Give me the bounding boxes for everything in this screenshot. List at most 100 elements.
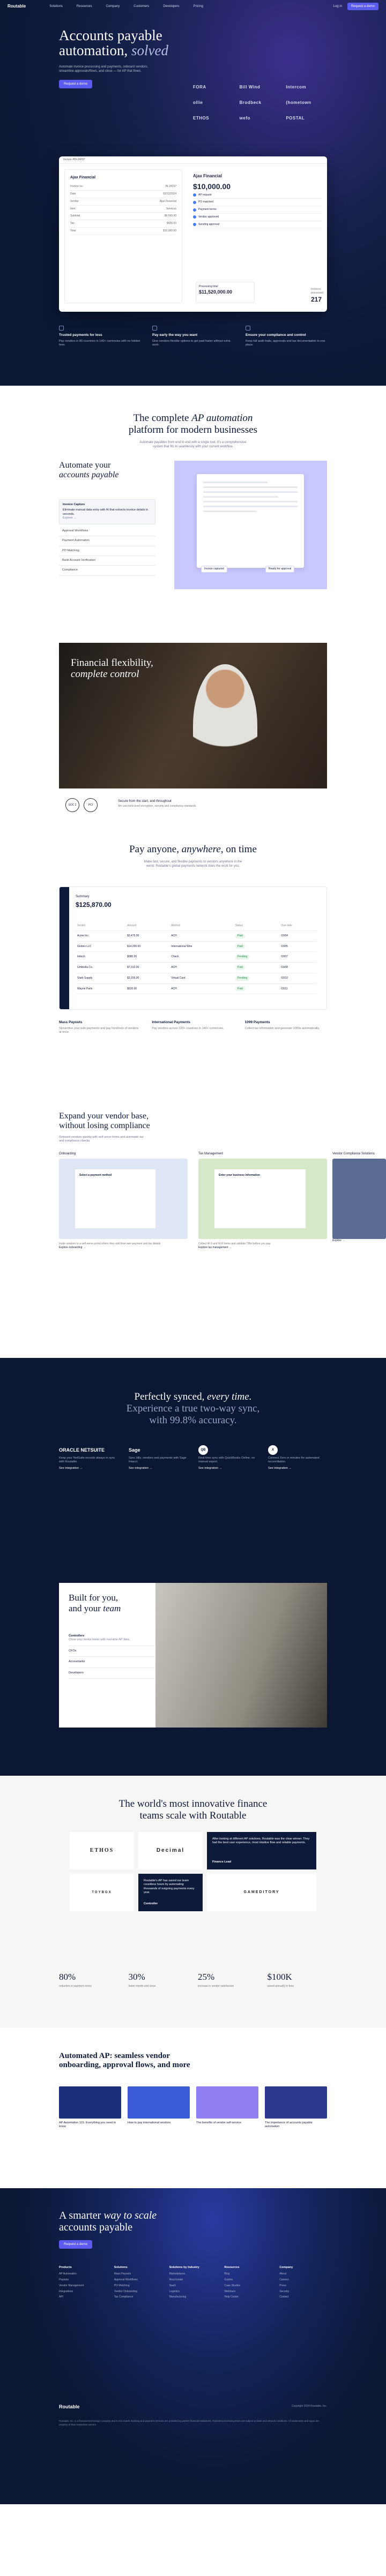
explore-link[interactable]: Explore → xyxy=(63,516,77,520)
footer-link[interactable]: Real Estate xyxy=(169,2278,217,2282)
logo[interactable]: Routable xyxy=(8,4,26,10)
blog-card[interactable]: How to pay international vendors xyxy=(128,2086,190,2129)
invoice-row: Vendor Ajax Financial xyxy=(70,198,176,206)
login-link[interactable]: Log in xyxy=(333,4,342,9)
stat: 25% increase in vendor satisfaction xyxy=(198,1971,258,1988)
accordion-item[interactable]: Approval Workflows xyxy=(59,527,155,537)
demo-button[interactable]: Request a demo xyxy=(347,2,378,11)
blog-card[interactable]: The importance of accounts payable autom… xyxy=(265,2086,327,2129)
blog-card[interactable]: AP Automation 101: Everything you need t… xyxy=(59,2086,121,2129)
explore-link[interactable]: Explore onboarding → xyxy=(59,1246,188,1250)
footer-link[interactable]: Blog xyxy=(224,2272,272,2276)
nav-link[interactable]: Pricing xyxy=(194,4,203,9)
platform-section: The complete AP automation platform for m… xyxy=(0,386,386,643)
footer-logo[interactable]: Routable xyxy=(59,2404,80,2410)
explore-link[interactable]: Explore → xyxy=(332,1239,386,1243)
footer-link[interactable]: Press xyxy=(279,2284,327,2288)
table-row[interactable]: Wayne Parts $620.00 ACH Paid 03/11 xyxy=(76,983,317,995)
customer-logo: FORA xyxy=(193,85,206,89)
summary-label: Summary xyxy=(76,895,90,898)
feature-text: Keep full audit trails, approvals and ta… xyxy=(246,339,325,347)
nav-link[interactable]: Solutions xyxy=(49,4,63,9)
integration-link[interactable]: See integration → xyxy=(59,1467,118,1470)
accordion-title: Invoice Capture xyxy=(63,503,85,506)
footer-link[interactable]: Security xyxy=(279,2290,327,2294)
footer-link[interactable]: Careers xyxy=(279,2278,327,2282)
integration[interactable]: Sage Sync bills, vendors and payments wit… xyxy=(129,1444,188,1470)
footer-link[interactable]: Manufacturing xyxy=(169,2295,217,2299)
integrations: ORACLE NETSUITE Keep your NetSuite record… xyxy=(59,1444,327,1470)
integration[interactable]: QB Real-time sync with QuickBooks Online,… xyxy=(198,1444,257,1470)
table-row[interactable]: Umbrella Co. $7,310.00 ACH Paid 03/08 xyxy=(76,962,317,973)
table-row[interactable]: Globex LLC $14,200.00 International Wire Pa… xyxy=(76,941,317,952)
blog-title: How to pay international vendors xyxy=(128,2121,171,2124)
footer-link[interactable]: Case Studies xyxy=(224,2284,272,2288)
column-header: Amount xyxy=(125,921,170,931)
footer-link[interactable]: Vendor Management xyxy=(59,2284,107,2288)
footer-link[interactable]: Logistics xyxy=(169,2290,217,2294)
table-row[interactable]: Acme Inc. $2,475.00 ACH Paid 03/04 xyxy=(76,930,317,942)
role-tab[interactable]: CFOs xyxy=(69,1646,154,1657)
processing-label: Processing total xyxy=(199,285,218,288)
footer-link[interactable]: Help Center xyxy=(224,2295,272,2299)
footer-link[interactable]: Marketplaces xyxy=(169,2272,217,2276)
footer-link[interactable]: Guides xyxy=(224,2278,272,2282)
vendor-card[interactable]: Onboarding Select a payment method Invit… xyxy=(59,1152,188,1253)
cta-button[interactable]: Request a demo xyxy=(59,2240,93,2249)
nav-link[interactable]: Developers xyxy=(163,4,179,9)
integration[interactable]: ORACLE NETSUITE Keep your NetSuite record… xyxy=(59,1444,118,1470)
vendor-card[interactable]: Tax Management Enter your business infor… xyxy=(198,1152,327,1253)
footer-link[interactable]: Webinars xyxy=(224,2290,272,2294)
role-tab[interactable]: Accountants xyxy=(69,1657,154,1668)
section-title: Perfectly synced, every time. Experience … xyxy=(0,1358,386,1426)
hero-title-line: Accounts payable xyxy=(59,27,162,43)
footer-link[interactable]: Vendor Onboarding xyxy=(114,2290,162,2294)
footer-link[interactable]: About xyxy=(279,2272,327,2276)
blog-card[interactable]: The benefits of vendor self-service xyxy=(196,2086,258,2129)
footer-link[interactable]: PO Matching xyxy=(114,2284,162,2288)
title-text: with 99.8% accuracy. xyxy=(149,1414,237,1426)
integration-link[interactable]: See integration → xyxy=(268,1467,327,1470)
footer-link[interactable]: Integrations xyxy=(59,2290,107,2294)
integration-link[interactable]: See integration → xyxy=(129,1467,188,1470)
cell: $7,310.00 xyxy=(125,962,170,973)
accordion-item[interactable]: Compliance xyxy=(59,566,155,576)
processed-value: 217 xyxy=(311,295,322,303)
clock-icon xyxy=(152,326,157,331)
footer-link[interactable]: AP Automation xyxy=(59,2272,107,2276)
explore-link[interactable]: Explore tax management → xyxy=(198,1246,327,1250)
section-title: Expand your vendor base, without losing c… xyxy=(59,1111,150,1131)
title-text: on time xyxy=(226,844,257,855)
cell: ACH xyxy=(169,962,234,973)
footer-link[interactable]: Mass Payouts xyxy=(114,2272,162,2276)
footer-link[interactable]: Approval Workflows xyxy=(114,2278,162,2282)
table-row[interactable]: Initech $980.00 Check Pending 03/07 xyxy=(76,951,317,963)
footer-link[interactable]: Tax Compliance xyxy=(114,2295,162,2299)
role-tab[interactable]: Developers xyxy=(69,1668,154,1679)
table-row[interactable]: Stark Supply $3,155.00 Virtual Card Pending… xyxy=(76,973,317,984)
role-tab-active[interactable]: Controllers Close your books faster with … xyxy=(69,1631,154,1646)
title-text: platform for modern businesses xyxy=(128,424,258,435)
nav-link[interactable]: Resources xyxy=(77,4,92,9)
nav-link[interactable]: Company xyxy=(106,4,120,9)
accordion-item[interactable]: PO Matching xyxy=(59,546,155,556)
integration[interactable]: X Connect Xero in minutes for automated r… xyxy=(268,1444,327,1470)
vendor-card[interactable]: Vendor Compliance Solutions Explore → xyxy=(332,1152,386,1253)
status-tag: Invoice captured xyxy=(201,566,227,573)
footer-link[interactable]: Contact xyxy=(279,2295,327,2299)
cell: 03/07 xyxy=(279,951,317,963)
footer-link[interactable]: SaaS xyxy=(169,2284,217,2288)
invoice-tab[interactable]: Invoice #IN-24297 xyxy=(63,158,85,162)
blog-image xyxy=(128,2086,190,2119)
footer-link[interactable]: API xyxy=(59,2295,107,2299)
hero-cta-button[interactable]: Request a demo xyxy=(59,79,93,88)
accordion-item-open[interactable]: Invoice Capture Eliminate manual data ent… xyxy=(59,499,155,524)
text-line xyxy=(203,501,298,502)
accordion-item[interactable]: Bank Account Verification xyxy=(59,556,155,566)
nav-link[interactable]: Customers xyxy=(133,4,149,9)
accordion-item[interactable]: Payment Automation xyxy=(59,536,155,546)
footer-link[interactable]: Payouts xyxy=(59,2278,107,2282)
invoice-row: Item Services xyxy=(70,206,176,213)
integration-link[interactable]: See integration → xyxy=(198,1467,257,1470)
title-text: without losing compliance xyxy=(59,1121,150,1131)
